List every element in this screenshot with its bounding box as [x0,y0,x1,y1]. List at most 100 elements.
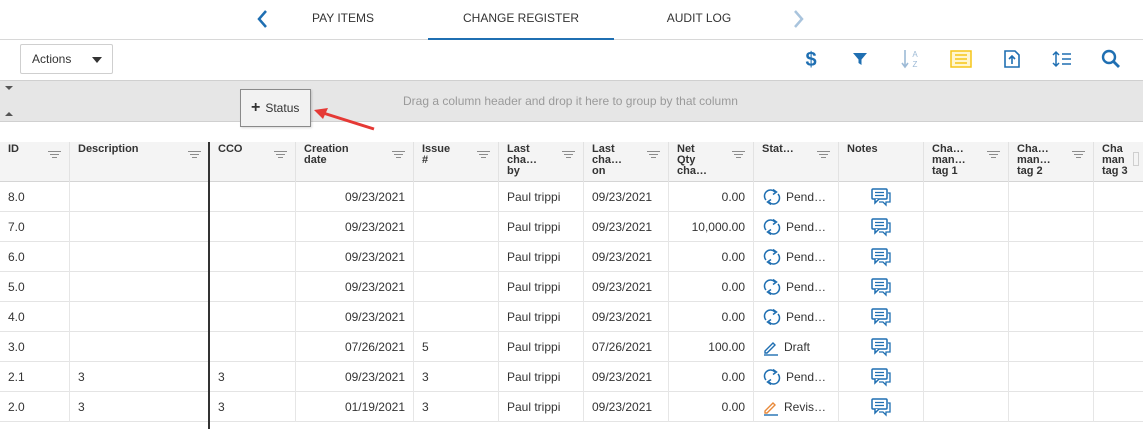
comment-icon[interactable] [870,187,892,207]
col-net-qty-cell[interactable]: 0.00 [669,182,754,212]
col-cco-cell[interactable] [210,302,296,332]
col-creation-date-cell[interactable]: 09/23/2021 [296,272,414,302]
col-creation-date-cell[interactable]: 09/23/2021 [296,362,414,392]
col-description-cell[interactable] [70,182,210,212]
col-creation-date-cell[interactable]: 09/23/2021 [296,182,414,212]
col-change-tag-1-cell[interactable] [924,302,1009,332]
col-notes-cell[interactable] [839,332,924,362]
col-cco-cell[interactable]: 3 [210,392,296,422]
col-last-changed-on-cell[interactable]: 09/23/2021 [584,182,669,212]
col-last-changed-on-cell[interactable]: 07/26/2021 [584,332,669,362]
column-filter-icon[interactable] [392,151,405,159]
col-id-header[interactable]: ID [0,142,70,182]
col-notes-cell[interactable] [839,392,924,422]
column-filter-icon[interactable] [274,151,287,159]
col-notes-cell[interactable] [839,242,924,272]
table-row[interactable]: 5.0 09/23/2021 Paul trippi 09/23/2021 0.00 Pe… [0,272,1143,302]
col-description-cell[interactable] [70,302,210,332]
col-last-changed-by-cell[interactable]: Paul trippi [499,302,584,332]
col-last-changed-by-cell[interactable]: Paul trippi [499,362,584,392]
column-filter-icon[interactable] [48,151,61,159]
col-id-cell[interactable]: 8.0 [0,182,70,212]
col-last-changed-by-cell[interactable]: Paul trippi [499,332,584,362]
col-notes-cell[interactable] [839,212,924,242]
col-description-cell[interactable]: 3 [70,362,210,392]
col-id-cell[interactable]: 7.0 [0,212,70,242]
line-spacing-icon[interactable] [1050,47,1074,71]
col-change-tag-1-cell[interactable] [924,212,1009,242]
tab-change-register[interactable]: CHANGE REGISTER [428,0,614,40]
col-change-tag-2-cell[interactable] [1009,242,1094,272]
col-last-changed-by-cell[interactable]: Paul trippi [499,182,584,212]
col-net-qty-header[interactable]: Net Qty cha… [669,142,754,182]
col-change-tag-3-cell[interactable] [1094,332,1143,362]
col-last-changed-on-cell[interactable]: 09/23/2021 [584,392,669,422]
sort-az-icon[interactable]: A Z [899,47,923,71]
col-status-cell[interactable]: Pend… [754,212,839,242]
col-description-cell[interactable]: 3 [70,392,210,422]
col-id-cell[interactable]: 4.0 [0,302,70,332]
col-net-qty-cell[interactable]: 100.00 [669,332,754,362]
scrollbar-handle[interactable] [1133,152,1139,166]
col-change-tag-1-cell[interactable] [924,182,1009,212]
comment-icon[interactable] [870,397,892,417]
column-filter-icon[interactable] [477,151,490,159]
column-filter-icon[interactable] [188,151,201,159]
col-last-changed-on-cell[interactable]: 09/23/2021 [584,362,669,392]
col-id-cell[interactable]: 2.1 [0,362,70,392]
col-cco-header[interactable]: CCO [210,142,296,182]
column-filter-icon[interactable] [987,151,1000,159]
col-description-cell[interactable] [70,212,210,242]
comment-icon[interactable] [870,247,892,267]
table-row[interactable]: 7.0 09/23/2021 Paul trippi 09/23/2021 10,000… [0,212,1143,242]
col-change-tag-1-cell[interactable] [924,392,1009,422]
col-status-cell[interactable]: Revis… [754,392,839,422]
col-change-tag-1-cell[interactable] [924,272,1009,302]
col-change-tag-2-cell[interactable] [1009,182,1094,212]
col-status-cell[interactable]: Pend… [754,272,839,302]
column-filter-icon[interactable] [562,151,575,159]
col-cco-cell[interactable] [210,242,296,272]
col-notes-cell[interactable] [839,362,924,392]
col-cco-cell[interactable] [210,272,296,302]
col-description-cell[interactable] [70,242,210,272]
col-description-cell[interactable] [70,272,210,302]
sort-down-icon[interactable] [5,86,13,90]
col-creation-date-cell[interactable]: 09/23/2021 [296,212,414,242]
col-description-header[interactable]: Description [70,142,210,182]
col-issue-cell[interactable] [414,182,499,212]
col-change-tag-1-header[interactable]: Cha… man… tag 1 [924,142,1009,182]
col-cco-cell[interactable] [210,332,296,362]
column-filter-icon[interactable] [817,151,830,159]
col-change-tag-1-cell[interactable] [924,362,1009,392]
table-row[interactable]: 2.1 3 3 09/23/2021 3 Paul trippi 09/23/2021 0.0… [0,362,1143,392]
col-issue-cell[interactable] [414,272,499,302]
column-filter-icon[interactable] [1072,151,1085,159]
col-change-tag-2-header[interactable]: Cha… man… tag 2 [1009,142,1094,182]
col-id-cell[interactable]: 6.0 [0,242,70,272]
col-change-tag-3-cell[interactable] [1094,272,1143,302]
col-change-tag-3-cell[interactable] [1094,302,1143,332]
col-id-cell[interactable]: 2.0 [0,392,70,422]
col-net-qty-cell[interactable]: 0.00 [669,272,754,302]
col-net-qty-cell[interactable]: 0.00 [669,302,754,332]
col-net-qty-cell[interactable]: 0.00 [669,362,754,392]
col-change-tag-3-cell[interactable] [1094,242,1143,272]
col-creation-date-cell[interactable]: 09/23/2021 [296,302,414,332]
tab-pay-items[interactable]: PAY ITEMS [290,0,396,40]
col-last-changed-by-cell[interactable]: Paul trippi [499,212,584,242]
col-change-tag-1-cell[interactable] [924,332,1009,362]
col-issue-cell[interactable] [414,212,499,242]
col-last-changed-on-cell[interactable]: 09/23/2021 [584,242,669,272]
col-issue-cell[interactable]: 5 [414,332,499,362]
column-filter-icon[interactable] [732,151,745,159]
col-issue-cell[interactable]: 3 [414,392,499,422]
table-row[interactable]: 8.0 09/23/2021 Paul trippi 09/23/2021 0.00 Pe… [0,182,1143,212]
group-by-panel[interactable]: Drag a column header and drop it here to… [0,80,1143,122]
col-issue-cell[interactable] [414,242,499,272]
dollar-icon[interactable]: $ [799,47,823,71]
col-last-changed-by-cell[interactable]: Paul trippi [499,392,584,422]
col-change-tag-1-cell[interactable] [924,242,1009,272]
col-change-tag-3-cell[interactable] [1094,392,1143,422]
col-id-cell[interactable]: 3.0 [0,332,70,362]
